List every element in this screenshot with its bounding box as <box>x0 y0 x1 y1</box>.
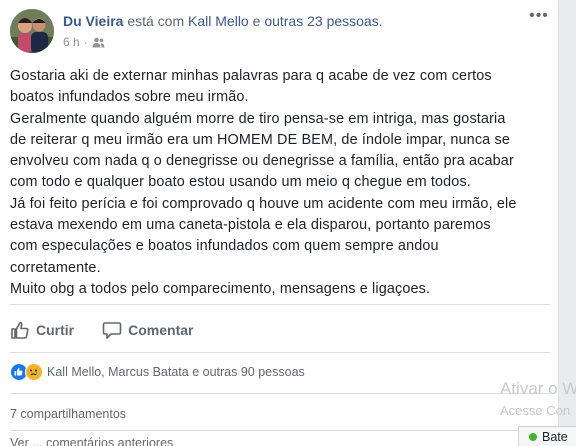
post-timestamp[interactable]: 6 h <box>63 35 80 49</box>
post-body: Gostaria aki de externar minhas palavras… <box>10 66 550 300</box>
like-button[interactable]: Curtir <box>10 317 74 343</box>
chat-label: Bate <box>542 429 568 444</box>
post-body-line: corretamente. <box>10 259 101 276</box>
comment-label: Comentar <box>128 322 194 338</box>
actions-bottom-divider <box>10 352 550 353</box>
post-body-line: com especulações e boatos infundados com… <box>10 238 439 255</box>
like-label: Curtir <box>36 322 75 338</box>
with-connector: está com <box>127 13 185 29</box>
post-card: Du Vieira está com Kall Mello e outras 2… <box>0 0 559 446</box>
post-body-line: estava mexendo em uma caneta-pistola e e… <box>10 217 491 234</box>
post-body-line: Já foi feito perícia e foi comprovado q … <box>10 195 517 212</box>
windows-activation-subtitle: Acesse Con <box>500 403 571 418</box>
chat-tab[interactable]: Bate <box>518 426 576 446</box>
post-body-line: envolveu com nada q o denegrisse ou dene… <box>10 153 514 170</box>
post-body-line: com todo e qualquer boato estou usando u… <box>10 174 471 191</box>
comment-button[interactable]: Comentar <box>102 317 193 343</box>
more-options-icon[interactable]: ••• <box>528 8 550 27</box>
reactions-summary[interactable]: Kall Mello, Marcus Batata e outras 90 pe… <box>47 365 305 379</box>
author-line: Du Vieira está com Kall Mello e outras 2… <box>63 13 383 29</box>
actions-top-divider <box>10 304 550 305</box>
post-meta: 6 h · <box>63 35 105 49</box>
author-line-period: . <box>378 13 383 29</box>
shares-link[interactable]: 7 compartilhamentos <box>10 407 126 421</box>
sad-reaction-icon <box>25 363 43 381</box>
avatar-photo-icon <box>10 9 54 53</box>
post-header: Du Vieira está com Kall Mello e outras 2… <box>10 8 550 53</box>
post-body-line: Geralmente quando alguém morre de tiro p… <box>10 110 506 127</box>
online-status-icon <box>529 432 537 441</box>
reactions-divider <box>10 393 550 394</box>
author-name-link[interactable]: Du Vieira <box>63 13 123 29</box>
reactions-bar[interactable]: Kall Mello, Marcus Batata e outras 90 pe… <box>10 363 305 381</box>
friends-icon[interactable] <box>92 37 105 48</box>
post-body-line: de reiterar q meu irmão era um HOMEM DE … <box>10 131 510 148</box>
meta-separator: · <box>83 35 88 49</box>
post-body-line: Gostaria aki de externar minhas palavras… <box>10 68 492 84</box>
tagged-person-link[interactable]: Kall Mello <box>188 13 249 29</box>
reaction-icons <box>10 363 43 381</box>
shares-divider <box>10 430 550 431</box>
author-avatar[interactable] <box>10 9 54 53</box>
tagged-others-link[interactable]: outras 23 pessoas <box>264 13 378 29</box>
thumbs-up-icon <box>11 321 29 339</box>
post-body-line: boatos infundados sobre meu irmão. <box>10 89 249 106</box>
windows-activation-title: Ativar o W <box>500 379 576 398</box>
post-actions: Curtir Comentar <box>10 317 550 343</box>
and-connector: e <box>252 13 261 29</box>
post-body-line: Muito obg a todos pelo comparecimento, m… <box>10 280 431 297</box>
comment-bubble-icon <box>102 322 122 339</box>
previous-comments-link[interactable]: Ver ... comentários anteriores <box>10 436 173 446</box>
